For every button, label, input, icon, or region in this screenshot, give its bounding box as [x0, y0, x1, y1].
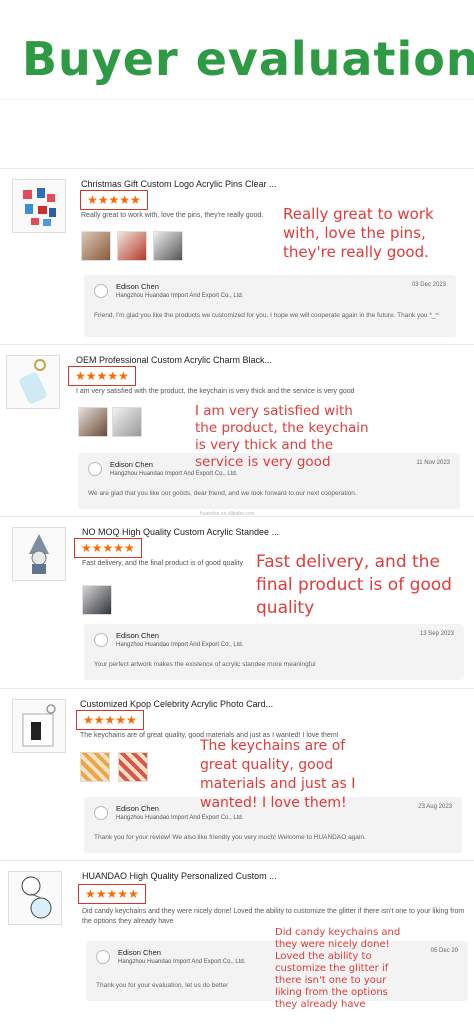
reply-date: 23 Aug 2023	[418, 804, 452, 810]
review-text: I am very satisfied with the product, th…	[76, 388, 355, 395]
reply-date: 03 Dec 2023	[411, 282, 446, 288]
seller-company: Hangzhou Huandao Import And Export Co., …	[116, 642, 244, 648]
product-title[interactable]: Christmas Gift Custom Logo Acrylic Pins …	[81, 179, 277, 189]
review-card: HUANDAO High Quality Personalized Custom…	[0, 860, 474, 1027]
seller-company: Hangzhou Huandao Import And Export Co., …	[118, 959, 246, 965]
star-rating: ★★★★★	[74, 538, 142, 558]
product-title[interactable]: HUANDAO High Quality Personalized Custom…	[82, 871, 277, 881]
star-rating: ★★★★★	[68, 366, 136, 386]
review-photo[interactable]	[82, 585, 112, 615]
review-card: Customized Kpop Celebrity Acrylic Photo …	[0, 688, 474, 860]
star-icon: ★★★★★	[85, 887, 139, 901]
reply-text: Thank you for your review! We also like …	[94, 834, 366, 841]
reply-date: 13 Sep 2023	[419, 631, 454, 637]
review-highlight: Fast delivery, and the final product is …	[256, 552, 452, 618]
product-thumbnail[interactable]	[12, 179, 66, 233]
product-thumbnail[interactable]	[6, 355, 60, 409]
review-text: Did candy keychains and they were nicely…	[82, 908, 465, 925]
seller-reply: Edison Chen Hangzhou Huandao Import And …	[84, 624, 464, 680]
seller-avatar	[96, 950, 110, 964]
seller-reply: Edison Chen Hangzhou Huandao Import And …	[84, 275, 456, 337]
seller-avatar	[94, 284, 108, 298]
review-photo[interactable]	[78, 407, 108, 437]
star-rating: ★★★★★	[76, 710, 144, 730]
review-highlight: I am very satisfied with the product, th…	[195, 403, 369, 470]
review-highlight: The keychains are of great quality, good…	[200, 738, 356, 811]
product-title[interactable]: Customized Kpop Celebrity Acrylic Photo …	[80, 699, 273, 709]
review-text: Fast delivery, and the final product is …	[82, 560, 243, 567]
review-photo[interactable]	[118, 752, 148, 782]
review-text: Really great to work with, love the pins…	[81, 212, 264, 219]
page-title: Buyer evaluation	[22, 32, 474, 86]
seller-avatar	[94, 633, 108, 647]
seller-company: Hangzhou Huandao Import And Export Co., …	[110, 471, 238, 477]
review-card: Christmas Gift Custom Logo Acrylic Pins …	[0, 168, 474, 344]
seller-avatar	[88, 462, 102, 476]
review-photo[interactable]	[117, 231, 147, 261]
reply-date: 05 Dec 20	[430, 948, 458, 954]
seller-name: Edison Chen	[116, 282, 159, 291]
product-title[interactable]: NO MOQ High Quality Custom Acrylic Stand…	[82, 527, 279, 537]
review-highlight: Did candy keychains and they were nicely…	[275, 927, 401, 1010]
product-thumbnail[interactable]	[8, 871, 62, 925]
star-rating: ★★★★★	[80, 190, 148, 210]
star-icon: ★★★★★	[81, 541, 135, 555]
page-banner: Buyer evaluation	[0, 0, 474, 100]
review-photo[interactable]	[153, 231, 183, 261]
seller-name: Edison Chen	[110, 460, 153, 469]
product-thumbnail[interactable]	[12, 527, 66, 581]
seller-company: Hangzhou Huandao Import And Export Co., …	[116, 815, 244, 821]
star-icon: ★★★★★	[83, 713, 137, 727]
review-photo[interactable]	[81, 231, 111, 261]
review-highlight: Really great to work with, love the pins…	[283, 205, 434, 261]
reply-text: Friend, I'm glad you like the products w…	[94, 312, 439, 319]
star-icon: ★★★★★	[75, 369, 129, 383]
star-icon: ★★★★★	[87, 193, 141, 207]
review-photo[interactable]	[112, 407, 142, 437]
review-card: OEM Professional Custom Acrylic Charm Bl…	[0, 344, 474, 517]
seller-name: Edison Chen	[116, 631, 159, 640]
review-card: NO MOQ High Quality Custom Acrylic Stand…	[0, 516, 474, 688]
seller-name: Edison Chen	[118, 948, 161, 957]
seller-company: Hangzhou Huandao Import And Export Co., …	[116, 293, 244, 299]
reply-text: Thank you for your evaluation, let us do…	[96, 982, 229, 989]
star-rating: ★★★★★	[78, 884, 146, 904]
product-thumbnail[interactable]	[12, 699, 66, 753]
product-title[interactable]: OEM Professional Custom Acrylic Charm Bl…	[76, 355, 272, 365]
reply-text: Your perfect artwork makes the existence…	[94, 661, 316, 668]
reply-date: 11 Nov 2023	[416, 460, 450, 466]
seller-name: Edison Chen	[116, 804, 159, 813]
reply-text: We are glad that you like our goods, dea…	[88, 490, 357, 497]
seller-avatar	[94, 806, 108, 820]
review-photo[interactable]	[80, 752, 110, 782]
